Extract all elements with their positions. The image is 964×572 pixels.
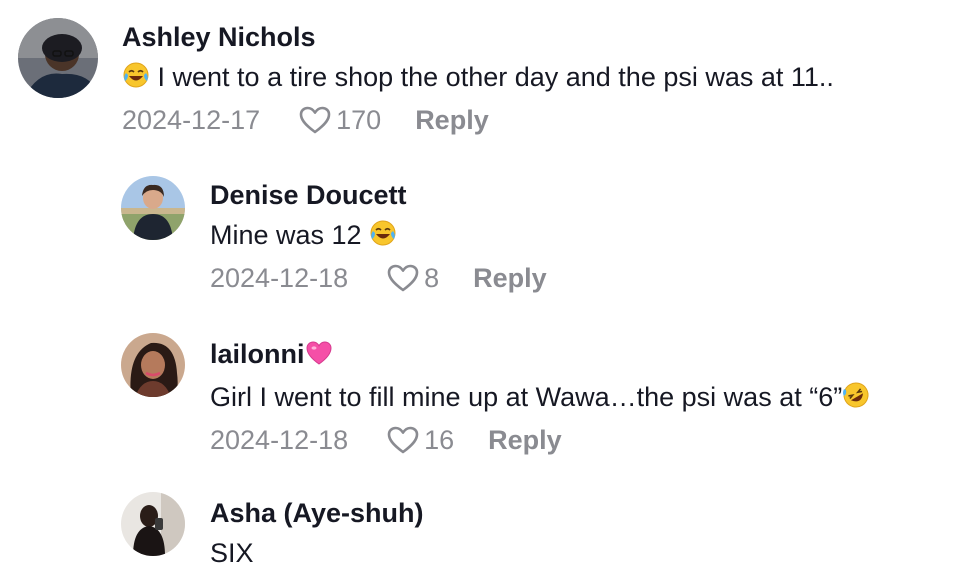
pink-heart-icon bbox=[305, 340, 333, 373]
face-with-tears-of-joy-icon bbox=[369, 219, 397, 254]
comment-text: Mine was 12 bbox=[210, 219, 547, 254]
comment-meta: 2024-12-18 16 Reply bbox=[210, 424, 870, 456]
comment-text: Girl I went to fill mine up at Wawa…the … bbox=[210, 381, 870, 416]
avatar[interactable] bbox=[121, 176, 185, 240]
avatar[interactable] bbox=[121, 333, 185, 397]
reply-item: Asha (Aye-shuh) SIX bbox=[121, 492, 424, 569]
comment-text-body: Girl I went to fill mine up at Wawa…the … bbox=[210, 382, 843, 412]
username-text: lailonni bbox=[210, 339, 305, 369]
comment-item: Ashley Nichols I went to a tire shop the… bbox=[18, 18, 834, 136]
comment-meta: 2024-12-18 8 Reply bbox=[210, 262, 547, 294]
reply-button[interactable]: Reply bbox=[473, 262, 547, 294]
like-count: 170 bbox=[336, 105, 382, 135]
comment-date: 2024-12-17 bbox=[122, 105, 261, 135]
avatar[interactable] bbox=[121, 492, 185, 556]
reply-button[interactable]: Reply bbox=[415, 104, 489, 136]
avatar[interactable] bbox=[18, 18, 98, 98]
comment-text-body: Mine was 12 bbox=[210, 220, 362, 250]
like-button[interactable]: 170 bbox=[298, 104, 381, 136]
comment-meta: 2024-12-17 170 Reply bbox=[122, 104, 834, 136]
like-count: 8 bbox=[424, 263, 440, 293]
rolling-on-the-floor-laughing-icon bbox=[842, 381, 870, 416]
like-button[interactable]: 16 bbox=[386, 424, 454, 456]
username[interactable]: Denise Doucett bbox=[210, 179, 547, 211]
heart-outline-icon bbox=[386, 425, 420, 455]
heart-outline-icon bbox=[386, 263, 420, 293]
reply-button[interactable]: Reply bbox=[488, 424, 562, 456]
reply-item: Denise Doucett Mine was 12 2024-12-18 8 … bbox=[121, 176, 547, 294]
comment-text-body: I went to a tire shop the other day and … bbox=[157, 62, 834, 92]
username[interactable]: Asha (Aye-shuh) bbox=[210, 497, 424, 529]
comment-text: SIX bbox=[210, 538, 254, 568]
username[interactable]: Ashley Nichols bbox=[122, 21, 834, 53]
like-count: 16 bbox=[424, 425, 455, 455]
username[interactable]: lailonni bbox=[210, 338, 870, 373]
reply-item: lailonni Girl I went to fill mine up at … bbox=[121, 333, 870, 456]
like-button[interactable]: 8 bbox=[386, 262, 439, 294]
comment-date: 2024-12-18 bbox=[210, 263, 349, 293]
face-with-tears-of-joy-icon bbox=[122, 61, 150, 96]
comment-date: 2024-12-18 bbox=[210, 425, 349, 455]
comment-text: I went to a tire shop the other day and … bbox=[122, 61, 834, 96]
heart-outline-icon bbox=[298, 105, 332, 135]
